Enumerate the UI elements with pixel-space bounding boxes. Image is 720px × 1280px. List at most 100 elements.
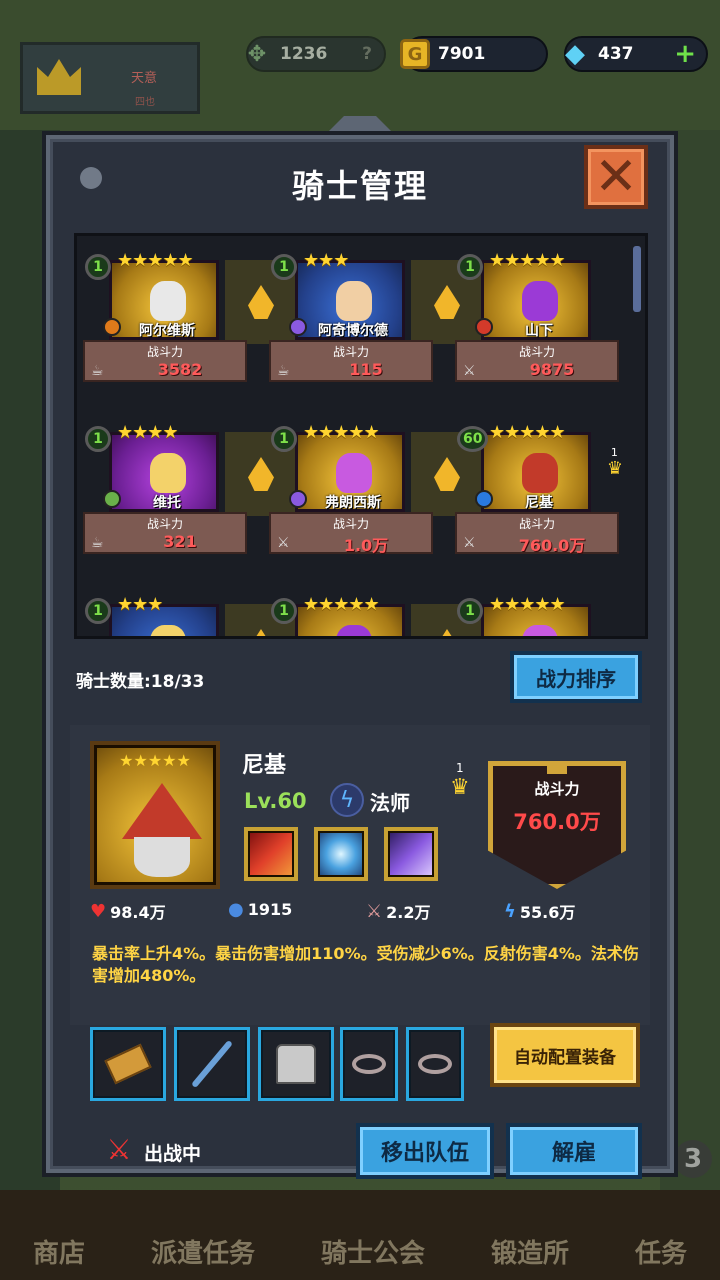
knight-face [150, 625, 186, 636]
knight-face [336, 281, 372, 321]
wizard-hat [122, 783, 202, 839]
equip-slot-ring-2[interactable] [406, 1027, 464, 1101]
knight-power-value: 115 [349, 360, 383, 379]
stat-hp: ♥ 98.4万 [90, 899, 166, 923]
knight-name: 尼基 [525, 495, 553, 511]
mage-class-icon: ϟ [330, 783, 364, 817]
dismiss-button[interactable]: 解雇 [506, 1123, 642, 1179]
equip-slot-weapon[interactable] [174, 1027, 250, 1101]
nav-quests[interactable]: 任务 [635, 1233, 687, 1270]
knight-power-box: 战斗力 ☕ 321 [83, 512, 247, 554]
potion-icon: ● [228, 899, 244, 920]
knight-stars: ★★★ [303, 250, 349, 271]
equip-slot-armor[interactable] [258, 1027, 334, 1101]
scroll-icon [104, 1043, 152, 1085]
knight-power-label: 战斗力 [518, 517, 555, 531]
knight-name: 阿奇博尔德 [318, 323, 388, 339]
knight-face [336, 625, 372, 636]
stat-mana: ● 1915 [228, 899, 292, 920]
sort-by-power-button[interactable]: 战力排序 [510, 651, 642, 703]
knight-card[interactable]: 1 ★★★★★ 山下 战斗力 ⚔ 9875 [455, 248, 621, 386]
armor-icon [276, 1044, 316, 1084]
laurel-value: 1236 [280, 44, 328, 64]
ring-icon [418, 1054, 452, 1074]
knight-card[interactable]: 1 ★★★★ 维托 战斗力 ☕ 321 [83, 420, 249, 558]
knight-power-value: 1.0万 [343, 536, 389, 555]
skill-lightning-icon[interactable] [384, 827, 438, 881]
knight-stars: ★★★★★ [303, 422, 380, 443]
staff-icon [191, 1039, 233, 1089]
knight-stars: ★★★★★ [117, 250, 194, 271]
knight-power-label: 战斗力 [332, 345, 369, 359]
team-badge-number: 1 [610, 446, 618, 459]
knight-stars: ★★★★★ [489, 422, 566, 443]
knight-name: 弗朗西斯 [325, 495, 381, 511]
stat-speed: ϟ 55.6万 [504, 899, 575, 923]
team-badge-icon: ♛ 1 [606, 446, 623, 479]
panel-title: 骑士管理 [291, 167, 428, 205]
rank-subtext: 四也 [135, 97, 155, 108]
rest-icon: ☕ [91, 363, 104, 379]
gold-coin-icon: G [400, 39, 430, 69]
stat-hp-value: 98.4万 [110, 903, 166, 922]
knight-face [522, 453, 558, 493]
nav-dispatch[interactable]: 派遣任务 [151, 1233, 255, 1270]
knight-power-box: 战斗力 ☕ 115 [269, 340, 433, 382]
crown-icon [37, 59, 81, 95]
knight-power-value: 3582 [157, 360, 203, 379]
player-rank-box[interactable]: 天意 四也 [20, 42, 200, 114]
swords-icon: ⚔ [277, 535, 290, 551]
selected-knight-portrait: ★★★★★ [90, 741, 220, 889]
skill-vortex-icon[interactable] [314, 827, 368, 881]
team-badge-number: 1 [456, 761, 464, 775]
team-badge-icon: ♛ 1 [450, 761, 470, 800]
knight-management-panel: 骑士管理 ✕ 1 ★★★★★ 阿尔维斯 战斗力 ☕ 3582 1 ★★★ 阿奇博尔德 战斗力 ☕ 11… [46, 135, 674, 1179]
crossed-swords-icon: ⚔ [106, 1133, 132, 1166]
equip-slot-ring-1[interactable] [340, 1027, 398, 1101]
rest-icon: ☕ [91, 535, 104, 551]
nav-forge[interactable]: 锻造所 [491, 1233, 569, 1270]
knight-power-box: 战斗力 ☕ 3582 [83, 340, 247, 382]
knight-power-box: 战斗力 ⚔ 1.0万 [269, 512, 433, 555]
knight-card[interactable]: 1 ★★★ 阿奇博尔德 战斗力 ☕ 115 [269, 248, 435, 386]
selected-knight-class: 法师 [370, 791, 410, 815]
close-button[interactable]: ✕ [584, 145, 648, 209]
gold-counter[interactable]: G 7901 [400, 36, 548, 72]
bottom-nav: 商店 派遣任务 骑士公会 锻造所 任务 [0, 1190, 720, 1280]
gem-counter[interactable]: ◆ 437 + [564, 36, 708, 72]
sword-icon: ⚔ [366, 900, 383, 922]
knight-power-value: 321 [163, 532, 197, 551]
nav-shop[interactable]: 商店 [33, 1233, 85, 1270]
laurel-counter[interactable]: ✥ 1236 ? [246, 36, 386, 72]
auto-equip-button[interactable]: 自动配置装备 [490, 1023, 640, 1087]
knight-card[interactable]: 1 ★★★★★ 弗朗西斯战斗力 ⚔ 1.0万 [269, 420, 435, 558]
leave-team-button[interactable]: 移出队伍 [356, 1123, 494, 1179]
nav-guild[interactable]: 骑士公会 [321, 1233, 425, 1270]
corner-count-badge: 3 [674, 1140, 712, 1178]
knight-card[interactable]: 1 ★★★★★ [455, 592, 621, 636]
equip-slot-scroll[interactable] [90, 1027, 166, 1101]
selected-knight-level: Lv.60 [244, 789, 307, 813]
knight-face [150, 453, 186, 493]
knight-stars: ★★★★★ [489, 250, 566, 271]
knight-power-box: 战斗力 ⚔ 760.0万 [455, 512, 619, 555]
wizard-beard [134, 837, 190, 877]
knight-level-badge: 1 [271, 426, 297, 452]
knight-card[interactable]: 1 ★★★★★ [269, 592, 435, 636]
knight-power-label: 战斗力 [332, 517, 369, 531]
roster-scrollbar[interactable] [633, 246, 641, 312]
help-icon[interactable]: ? [362, 44, 372, 64]
skill-fire-icon[interactable] [244, 827, 298, 881]
knight-roster-list[interactable]: 1 ★★★★★ 阿尔维斯 战斗力 ☕ 3582 1 ★★★ 阿奇博尔德 战斗力 ☕ 115 1 ★★★★★… [74, 233, 648, 639]
stat-mana-value: 1915 [247, 900, 293, 919]
knight-stars: ★★★★★ [303, 594, 380, 615]
add-gems-icon[interactable]: + [674, 39, 696, 69]
knight-stars: ★★★★ [117, 422, 179, 443]
knight-card[interactable]: 1 ★★★ [83, 592, 249, 636]
heart-icon: ♥ [90, 900, 107, 922]
knight-card[interactable]: 60 ★★★★★ 尼基 战斗力 ⚔ 760.0万 ♛ 1 [455, 420, 623, 558]
knight-description: 暴击率上升4%。暴击伤害增加110%。受伤减少6%。反射伤害4%。法术伤害增加4… [92, 944, 639, 985]
knight-name: 山下 [525, 323, 553, 339]
knight-card[interactable]: 1 ★★★★★ 阿尔维斯 战斗力 ☕ 3582 [83, 248, 249, 386]
deploy-status: 出战中 [144, 1143, 202, 1165]
